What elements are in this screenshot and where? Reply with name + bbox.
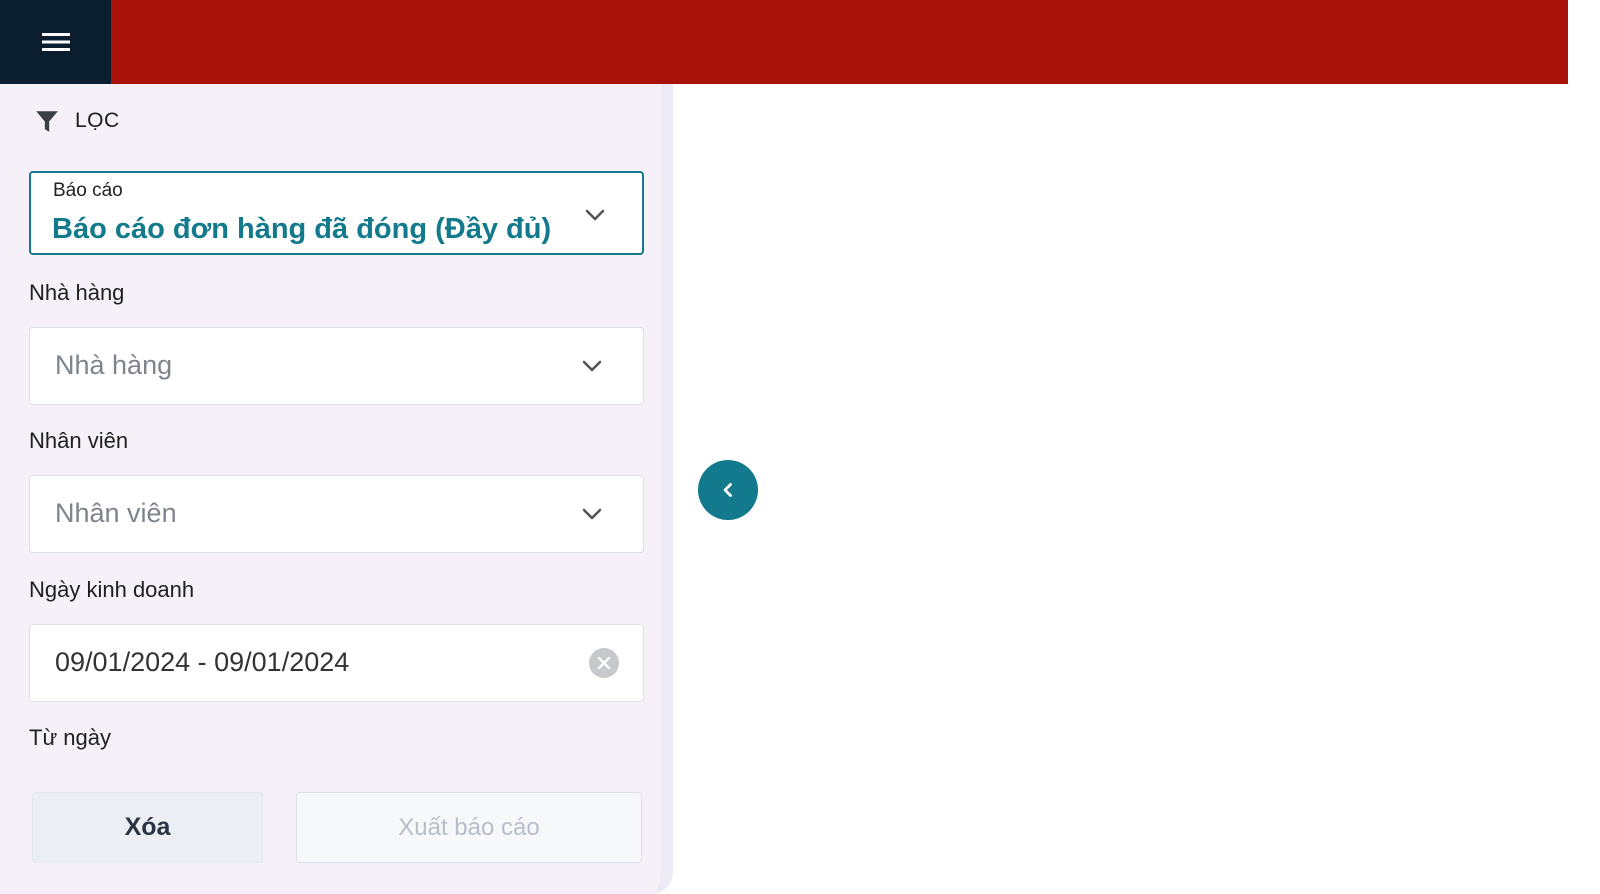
staff-placeholder: Nhân viên <box>55 498 177 528</box>
report-select-label: Báo cáo <box>53 180 123 201</box>
report-select-value: Báo cáo đơn hàng đã đóng (Đầy đủ) <box>52 213 552 245</box>
filter-title: LỌC <box>75 109 120 132</box>
staff-select[interactable]: Nhân viên <box>29 475 644 553</box>
chevron-down-icon <box>582 360 602 372</box>
restaurant-label: Nhà hàng <box>29 280 125 305</box>
from-date-label: Từ ngày <box>29 725 111 750</box>
export-report-button[interactable]: Xuất báo cáo <box>296 792 642 863</box>
chevron-down-icon <box>585 209 605 221</box>
chevron-left-icon <box>723 483 732 497</box>
menu-button[interactable] <box>0 0 111 84</box>
clear-button[interactable]: Xóa <box>32 792 263 863</box>
business-date-label: Ngày kinh doanh <box>29 577 195 602</box>
collapse-sidebar-button[interactable] <box>698 460 758 520</box>
staff-label: Nhân viên <box>29 428 129 453</box>
business-date-input[interactable]: 09/01/2024 - 09/01/2024 <box>29 624 644 702</box>
restaurant-select[interactable]: Nhà hàng <box>29 327 644 405</box>
hamburger-icon <box>41 33 70 51</box>
chevron-down-icon <box>582 508 602 520</box>
top-bar <box>0 0 1568 84</box>
report-select[interactable]: Báo cáo Báo cáo đơn hàng đã đóng (Đầy đủ… <box>29 171 644 255</box>
restaurant-placeholder: Nhà hàng <box>55 350 173 380</box>
filter-header: LỌC <box>34 108 120 134</box>
funnel-icon <box>36 111 58 132</box>
filter-sidebar: LỌC Báo cáo Báo cáo đơn hàng đã đóng (Đầ… <box>0 84 673 894</box>
close-circle-icon[interactable] <box>589 648 619 678</box>
business-date-value: 09/01/2024 - 09/01/2024 <box>55 647 350 677</box>
